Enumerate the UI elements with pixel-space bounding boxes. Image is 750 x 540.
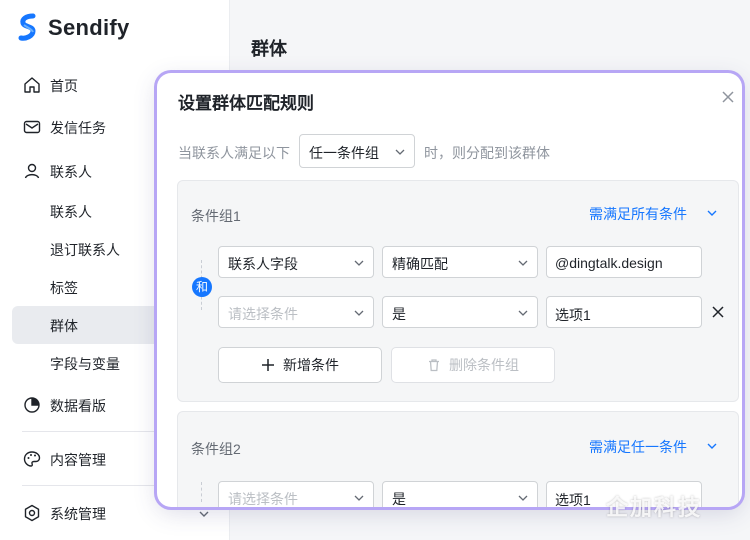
- watermark: 企加科技: [606, 495, 703, 520]
- delete-group-label: 删除条件组: [449, 357, 519, 373]
- condition-field-value: 联系人字段: [228, 256, 298, 272]
- chevron-down-icon: [354, 260, 364, 266]
- nav-tags-label: 标签: [50, 280, 78, 296]
- condition-value-input[interactable]: @dingtalk.design: [546, 246, 702, 278]
- condition-operator-select[interactable]: 精确匹配: [382, 246, 538, 278]
- chevron-down-icon: [354, 310, 364, 316]
- nav-unsubscribed-label: 退订联系人: [50, 242, 120, 258]
- app-logo[interactable]: Sendify: [18, 12, 130, 44]
- nav-contacts-list-label: 联系人: [50, 204, 92, 220]
- condition-operator-value: 是: [392, 491, 406, 507]
- palette-icon: [23, 451, 41, 467]
- condition-field-placeholder: 请选择条件: [228, 306, 298, 322]
- condition-field-select[interactable]: 联系人字段: [218, 246, 374, 278]
- nav-content-label: 内容管理: [50, 452, 106, 468]
- rule-tail-text: 时，则分配到该群体: [424, 145, 550, 161]
- add-condition-label: 新增条件: [283, 357, 339, 373]
- group-2-title: 条件组2: [191, 441, 241, 457]
- nav-home-label: 首页: [50, 78, 78, 94]
- chevron-down-icon[interactable]: [705, 439, 719, 453]
- chevron-down-icon: [395, 149, 405, 155]
- settings-icon: [24, 504, 40, 522]
- sendify-logo-icon: [18, 13, 36, 41]
- nav-groups-label: 群体: [50, 318, 78, 334]
- delete-group-button[interactable]: 删除条件组: [391, 347, 555, 383]
- plus-icon: [262, 359, 274, 371]
- dialog-title: 设置群体匹配规则: [178, 94, 314, 113]
- condition-field-select[interactable]: 请选择条件: [218, 296, 374, 328]
- group-2-mode[interactable]: 需满足任一条件: [589, 437, 687, 457]
- chevron-down-icon: [354, 495, 364, 501]
- condition-operator-select[interactable]: 是: [382, 296, 538, 328]
- mail-icon: [23, 120, 41, 134]
- condition-operator-select[interactable]: 是: [382, 481, 538, 507]
- group-1-title: 条件组1: [191, 208, 241, 224]
- chevron-down-icon[interactable]: [705, 206, 719, 220]
- condition-value-text: 选项1: [555, 307, 591, 323]
- condition-group-1: 条件组1 需满足所有条件 和 联系人字段 精确匹配 @dingtalk.desi…: [177, 180, 739, 402]
- home-icon: [24, 77, 40, 93]
- nav-system-label: 系统管理: [50, 506, 106, 522]
- condition-operator-value: 精确匹配: [392, 256, 448, 272]
- nav-dashboard-label: 数据看版: [50, 398, 106, 414]
- condition-field-select[interactable]: 请选择条件: [218, 481, 374, 507]
- group-1-mode[interactable]: 需满足所有条件: [589, 204, 687, 224]
- user-icon: [24, 163, 40, 179]
- page-title: 群体: [251, 39, 287, 59]
- add-condition-button[interactable]: 新增条件: [218, 347, 382, 383]
- condition-operator-value: 是: [392, 306, 406, 322]
- chevron-down-icon: [518, 310, 528, 316]
- chevron-down-icon: [518, 495, 528, 501]
- condition-value-text: @dingtalk.design: [555, 255, 663, 271]
- match-mode-value: 任一条件组: [309, 145, 379, 161]
- remove-condition-icon[interactable]: [711, 305, 725, 319]
- pie-chart-icon: [24, 397, 40, 413]
- group-rule-dialog: 设置群体匹配规则 当联系人满足以下 任一条件组 时，则分配到该群体 条件组1 需…: [157, 73, 742, 507]
- chevron-down-icon: [199, 511, 209, 517]
- nav-send-tasks-label: 发信任务: [50, 120, 106, 136]
- condition-value-input[interactable]: 选项1: [546, 296, 702, 328]
- close-icon[interactable]: [720, 89, 736, 105]
- chevron-down-icon: [518, 260, 528, 266]
- app-name: Sendify: [48, 15, 130, 40]
- trash-icon: [429, 359, 439, 372]
- and-badge[interactable]: 和: [192, 277, 212, 297]
- rule-lead-text: 当联系人满足以下: [178, 145, 290, 161]
- condition-value-text: 选项1: [555, 492, 591, 507]
- nav-contacts-label: 联系人: [50, 164, 92, 180]
- condition-field-placeholder: 请选择条件: [228, 491, 298, 507]
- and-connector-line: [201, 482, 203, 502]
- match-mode-select[interactable]: 任一条件组: [299, 134, 415, 168]
- nav-fields-variables-label: 字段与变量: [50, 356, 120, 372]
